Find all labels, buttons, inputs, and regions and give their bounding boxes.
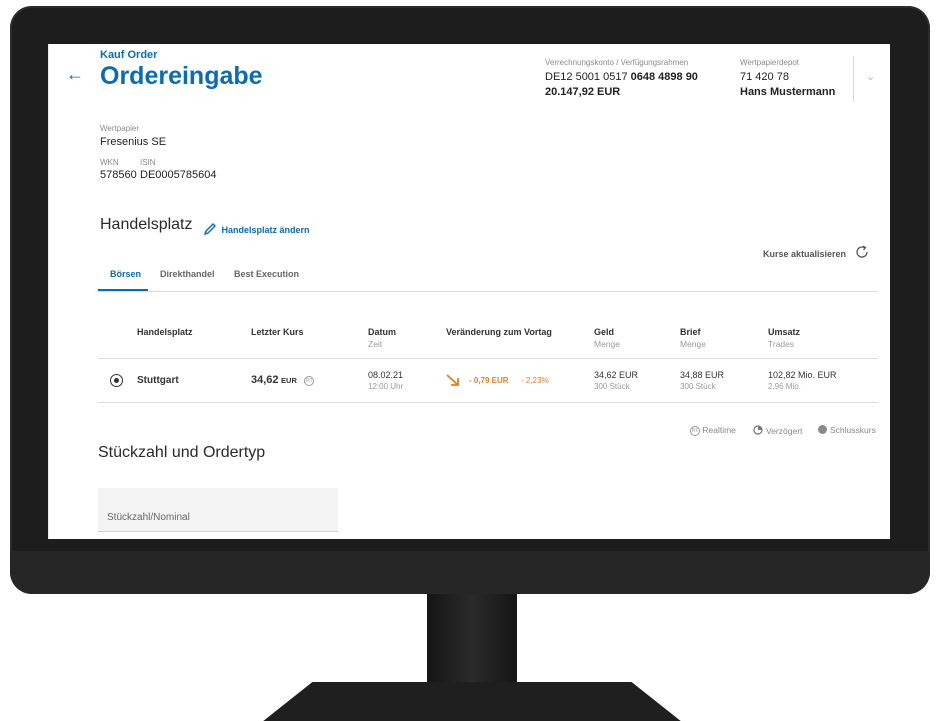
col-zeit: Zeit xyxy=(368,339,383,349)
quantity-input[interactable]: Stückzahl/Nominal xyxy=(98,488,338,532)
pencil-icon xyxy=(203,223,216,236)
header-divider xyxy=(853,56,854,102)
quote-time: 12:00 Uhr xyxy=(368,382,404,391)
closing-dot-icon xyxy=(818,425,827,434)
depot-number: 71 420 78 xyxy=(740,71,789,83)
change-venue-link[interactable]: Handelsplatz ändern xyxy=(203,220,309,238)
change-percent: - 2,23% xyxy=(521,376,549,385)
account-balance: 20.147,92 EUR xyxy=(545,86,621,98)
col-veraenderung: Veränderung zum Vortag xyxy=(446,327,552,337)
depot-label: Wertpapierdepot xyxy=(740,58,799,67)
col-trades: Trades xyxy=(768,339,795,349)
chevron-down-icon[interactable]: ⌄ xyxy=(866,70,875,83)
isin-value: DE0005785604 xyxy=(140,169,217,181)
wkn-value: 578560 xyxy=(100,169,137,181)
account-label: Verrechnungskonto / Verfügungsrahmen xyxy=(545,58,689,67)
wkn-label: WKN xyxy=(100,158,119,167)
ask-price: 34,88 EUR xyxy=(680,370,725,380)
col-brief-menge: Menge xyxy=(680,339,706,349)
venue-radio-selected[interactable] xyxy=(110,374,123,387)
col-handelsplatz: Handelsplatz xyxy=(137,327,193,337)
monitor-stand-base xyxy=(262,682,682,721)
page-title: Ordereingabe xyxy=(100,62,263,90)
refresh-quotes-button[interactable]: Kurse aktualisieren xyxy=(763,249,846,259)
turnover: 102,82 Mio. EUR xyxy=(768,370,837,380)
venue-section-title: Handelsplatz xyxy=(100,216,193,233)
tab-best-execution[interactable]: Best Execution xyxy=(234,269,299,279)
tab-boersen[interactable]: Börsen xyxy=(110,269,141,279)
refresh-icon[interactable] xyxy=(854,244,870,260)
order-entry-screen: ← Kauf Order Ordereingabe Verrechnungsko… xyxy=(48,44,890,539)
legend-delayed: Verzögert xyxy=(753,425,802,436)
trades: 2,96 Mio. xyxy=(768,382,801,391)
back-arrow-icon[interactable]: ← xyxy=(66,64,84,85)
col-letzter-kurs: Letzter Kurs xyxy=(251,327,304,337)
depot-owner: Hans Mustermann xyxy=(740,86,836,98)
arrow-down-right-icon xyxy=(446,374,459,386)
col-geld: Geld xyxy=(594,327,615,337)
ask-quantity: 300 Stück xyxy=(680,382,716,391)
col-umsatz: Umsatz xyxy=(768,327,801,337)
quantity-placeholder: Stückzahl/Nominal xyxy=(107,512,190,523)
active-tab-indicator xyxy=(98,289,148,291)
order-type-label: Kauf Order xyxy=(100,49,158,61)
bid-price: 34,62 EUR xyxy=(594,370,639,380)
bid-quantity: 300 Stück xyxy=(594,382,630,391)
account-iban: DE12 5001 0517 0648 4898 90 xyxy=(545,71,698,83)
monitor-scene: ← Kauf Order Ordereingabe Verrechnungsko… xyxy=(0,0,943,721)
tab-direkthandel[interactable]: Direkthandel xyxy=(160,269,215,279)
security-label: Wertpapier xyxy=(100,124,139,133)
realtime-icon: RT xyxy=(690,425,700,436)
col-brief: Brief xyxy=(680,327,701,337)
monitor-stand-neck xyxy=(427,594,517,686)
table-divider xyxy=(98,402,878,403)
security-name: Fresenius SE xyxy=(100,136,167,148)
isin-label: ISIN xyxy=(140,158,156,167)
quote-date: 08.02.21 xyxy=(368,370,404,380)
realtime-badge-icon: RT xyxy=(304,375,315,386)
last-price: 34,62 EUR RT xyxy=(251,374,315,386)
clock-icon xyxy=(753,425,763,435)
legend-closing: Schlusskurs xyxy=(818,425,876,435)
venue-name: Stuttgart xyxy=(137,375,179,386)
table-divider xyxy=(98,358,878,359)
col-geld-menge: Menge xyxy=(594,339,620,349)
change-absolute: - 0,79 EUR xyxy=(469,376,509,385)
col-datum: Datum xyxy=(368,327,397,337)
order-section-title: Stückzahl und Ordertyp xyxy=(98,444,266,461)
venue-tabs: Börsen Direkthandel Best Execution xyxy=(98,262,878,292)
legend-realtime: RT Realtime xyxy=(690,425,736,436)
